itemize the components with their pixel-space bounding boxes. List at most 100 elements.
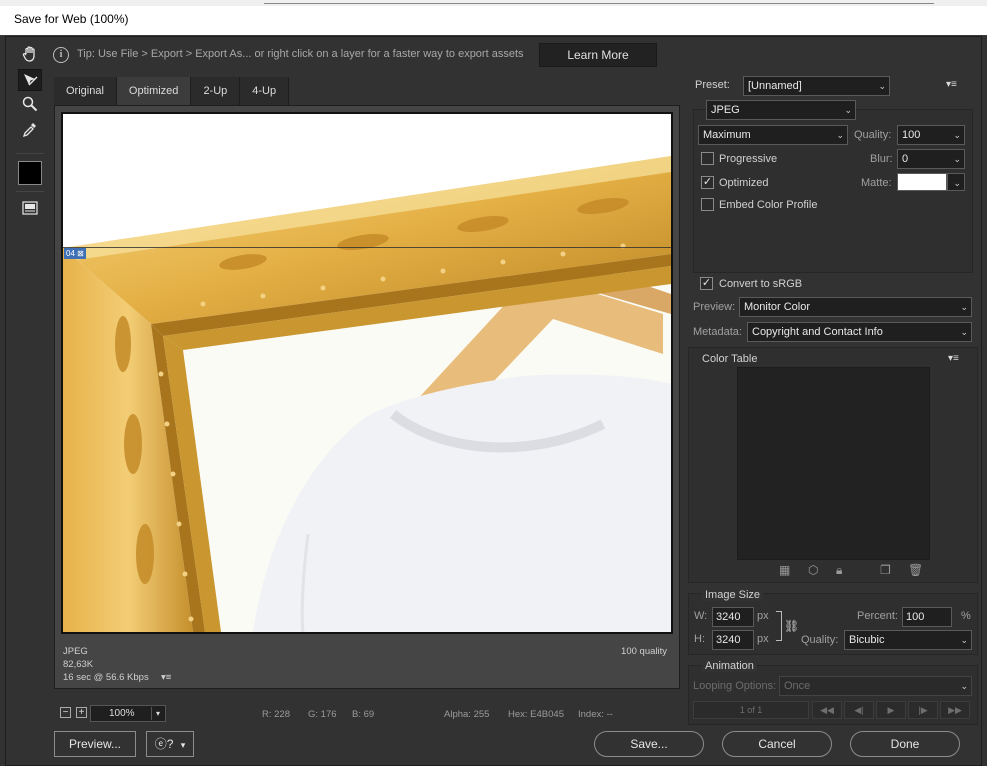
- slice-boundary: [63, 247, 671, 248]
- color-table-title: Color Table: [702, 353, 758, 365]
- trash-icon[interactable]: 🗑︎: [908, 563, 923, 577]
- blur-label: Blur:: [870, 153, 893, 165]
- save-button[interactable]: Save...: [594, 731, 704, 757]
- last-frame-icon[interactable]: ▶▶: [940, 701, 970, 719]
- tab-original[interactable]: Original: [54, 77, 117, 105]
- progressive-label: Progressive: [719, 153, 778, 165]
- new-color-icon[interactable]: ❐: [880, 563, 891, 577]
- title-bar-top-edge: [0, 0, 987, 6]
- learn-more-button[interactable]: Learn More: [539, 43, 657, 67]
- tool-divider: [16, 191, 44, 192]
- cancel-button[interactable]: Cancel: [722, 731, 832, 757]
- animation-title: Animation: [702, 660, 757, 672]
- quality-input[interactable]: 100 ⌄: [897, 125, 965, 145]
- file-format-select[interactable]: JPEG ⌄: [706, 100, 856, 120]
- quality-label: Quality:: [854, 129, 892, 141]
- embed-color-profile-checkbox[interactable]: [701, 198, 714, 211]
- tab-2-up[interactable]: 2-Up: [191, 77, 241, 105]
- resample-quality-select[interactable]: Bicubic ⌄: [844, 630, 972, 650]
- eyedropper-color-swatch[interactable]: [18, 161, 42, 185]
- zoom-out-button[interactable]: −: [60, 707, 71, 718]
- alpha-value: Alpha: 255: [444, 709, 490, 720]
- preset-value: [Unnamed]: [748, 80, 802, 92]
- preview-select[interactable]: Monitor Color ⌄: [739, 297, 972, 317]
- color-table-menu-icon[interactable]: ▾≡: [948, 353, 959, 364]
- embed-color-profile-label: Embed Color Profile: [719, 199, 818, 211]
- tab-optimized[interactable]: Optimized: [116, 77, 192, 105]
- lock-icon[interactable]: 🔒︎: [836, 563, 842, 578]
- chevron-down-icon: ⌄: [878, 81, 886, 91]
- matte-select[interactable]: ⌄: [947, 173, 965, 191]
- width-input[interactable]: 3240: [712, 607, 754, 627]
- window-title: Save for Web (100%): [14, 12, 129, 26]
- zoom-level-select[interactable]: 100% ▾: [90, 705, 166, 722]
- blur-input[interactable]: 0 ⌄: [897, 149, 965, 169]
- height-input[interactable]: 3240: [712, 630, 754, 650]
- convert-to-srgb-label: Convert to sRGB: [719, 278, 803, 290]
- web-shift-cube-icon[interactable]: ⬡: [808, 563, 818, 577]
- hand-tool-icon[interactable]: [18, 43, 42, 65]
- percent-label: Percent:: [857, 610, 898, 622]
- progressive-checkbox[interactable]: [701, 152, 714, 165]
- quality-value: 100: [902, 129, 921, 141]
- preset-select[interactable]: [Unnamed] ⌄: [743, 76, 890, 96]
- tool-palette: [16, 43, 44, 713]
- matte-color-swatch[interactable]: [897, 173, 947, 191]
- percent-unit: %: [961, 610, 971, 622]
- looping-options-label: Looping Options:: [693, 680, 777, 692]
- slice-number: 04: [66, 249, 75, 258]
- index-value: Index: --: [578, 709, 613, 720]
- looping-options-select[interactable]: Once ⌄: [779, 676, 972, 696]
- metadata-select[interactable]: Copyright and Contact Info ⌄: [747, 322, 972, 342]
- preset-menu-icon[interactable]: ▾≡: [946, 79, 957, 90]
- compression-quality-value: Maximum: [703, 129, 751, 141]
- resample-quality-label: Quality:: [801, 634, 839, 646]
- slice-number-badge[interactable]: 04 ⊠: [64, 248, 86, 259]
- info-icon: i: [53, 47, 69, 63]
- tip-text: Tip: Use File > Export > Export As... or…: [77, 48, 524, 60]
- previous-frame-icon[interactable]: ◀|: [844, 701, 874, 719]
- chevron-down-icon: ⌄: [960, 302, 968, 312]
- link-icon[interactable]: ⛓︎: [784, 619, 799, 633]
- chevron-down-icon: ⌄: [960, 327, 968, 337]
- resample-quality-value: Bicubic: [849, 634, 885, 646]
- chevron-down-icon: ⌄: [960, 635, 968, 645]
- constrain-proportions-bracket: [776, 611, 782, 641]
- height-unit: px: [757, 633, 769, 645]
- optimized-image-preview[interactable]: 04 ⊠: [61, 112, 673, 634]
- optimized-checkbox[interactable]: ✓: [701, 176, 714, 189]
- slice-select-tool-icon[interactable]: [18, 69, 42, 91]
- preview-label: Preview:: [693, 301, 736, 313]
- compression-quality-select[interactable]: Maximum ⌄: [698, 125, 848, 145]
- percent-input[interactable]: 100: [902, 607, 952, 627]
- zoom-in-button[interactable]: +: [76, 707, 87, 718]
- chevron-down-icon: ▾: [180, 740, 186, 750]
- map-transparent-icon[interactable]: ▦: [779, 563, 790, 577]
- title-bar: Save for Web (100%): [0, 0, 987, 36]
- first-frame-icon[interactable]: ◀◀: [812, 701, 842, 719]
- preview-button[interactable]: Preview...: [54, 731, 136, 757]
- metadata-label: Metadata:: [693, 326, 742, 338]
- blue-value: B: 69: [352, 709, 375, 720]
- frame-counter: 1 of 1: [739, 705, 763, 715]
- color-table[interactable]: [737, 367, 930, 560]
- eyedropper-tool-icon[interactable]: [18, 119, 42, 141]
- chevron-down-icon: ⌄: [953, 130, 961, 140]
- preview-pane: 04 ⊠ JPEG 82,63K 16 sec @ 56.6 Kbps ▾≡ 1…: [54, 105, 680, 689]
- done-button[interactable]: Done: [850, 731, 960, 757]
- file-format-value: JPEG: [711, 104, 740, 116]
- play-icon[interactable]: ▶: [876, 701, 906, 719]
- download-speed-menu-icon[interactable]: ▾≡: [161, 672, 171, 683]
- convert-to-srgb-checkbox[interactable]: ✓: [700, 277, 713, 290]
- chevron-down-icon: ⌄: [960, 681, 968, 691]
- quality-note-text: 100 quality: [621, 646, 667, 657]
- preview-value: Monitor Color: [744, 301, 811, 313]
- file-format-text: JPEG: [63, 646, 88, 657]
- optimized-label: Optimized: [719, 177, 769, 189]
- device-preview-button[interactable]: ⓔ? ▾: [146, 731, 194, 757]
- image-size-title: Image Size: [702, 589, 764, 601]
- zoom-tool-icon[interactable]: [18, 93, 42, 115]
- toggle-slices-visibility-icon[interactable]: [18, 197, 42, 219]
- tab-4-up[interactable]: 4-Up: [240, 77, 290, 105]
- next-frame-icon[interactable]: |▶: [908, 701, 938, 719]
